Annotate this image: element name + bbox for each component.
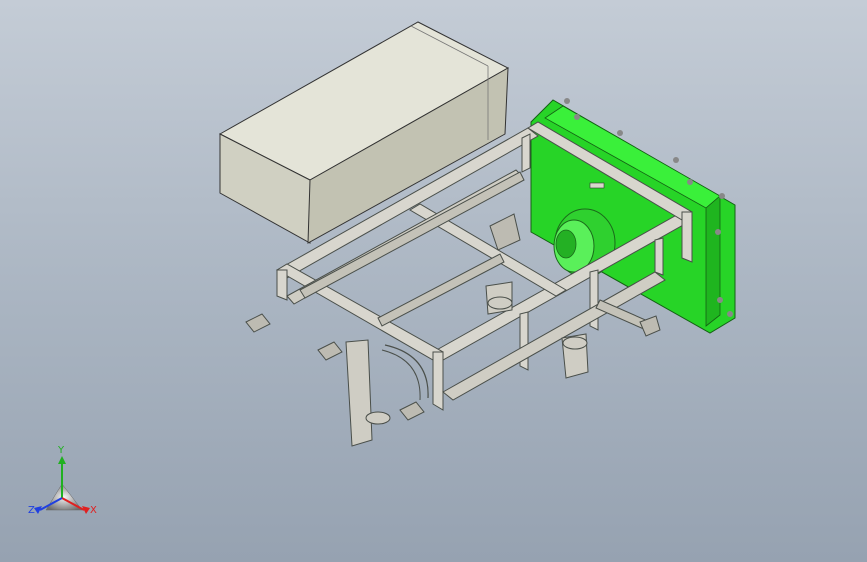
graphics-viewport[interactable]: Y X Z xyxy=(0,0,867,562)
assembly-model[interactable] xyxy=(0,0,867,562)
triad-z-label: Z xyxy=(28,505,35,516)
view-triad: Y X Z xyxy=(26,446,106,526)
triad-y-label: Y xyxy=(58,445,65,456)
triad-x-label: X xyxy=(90,505,97,516)
